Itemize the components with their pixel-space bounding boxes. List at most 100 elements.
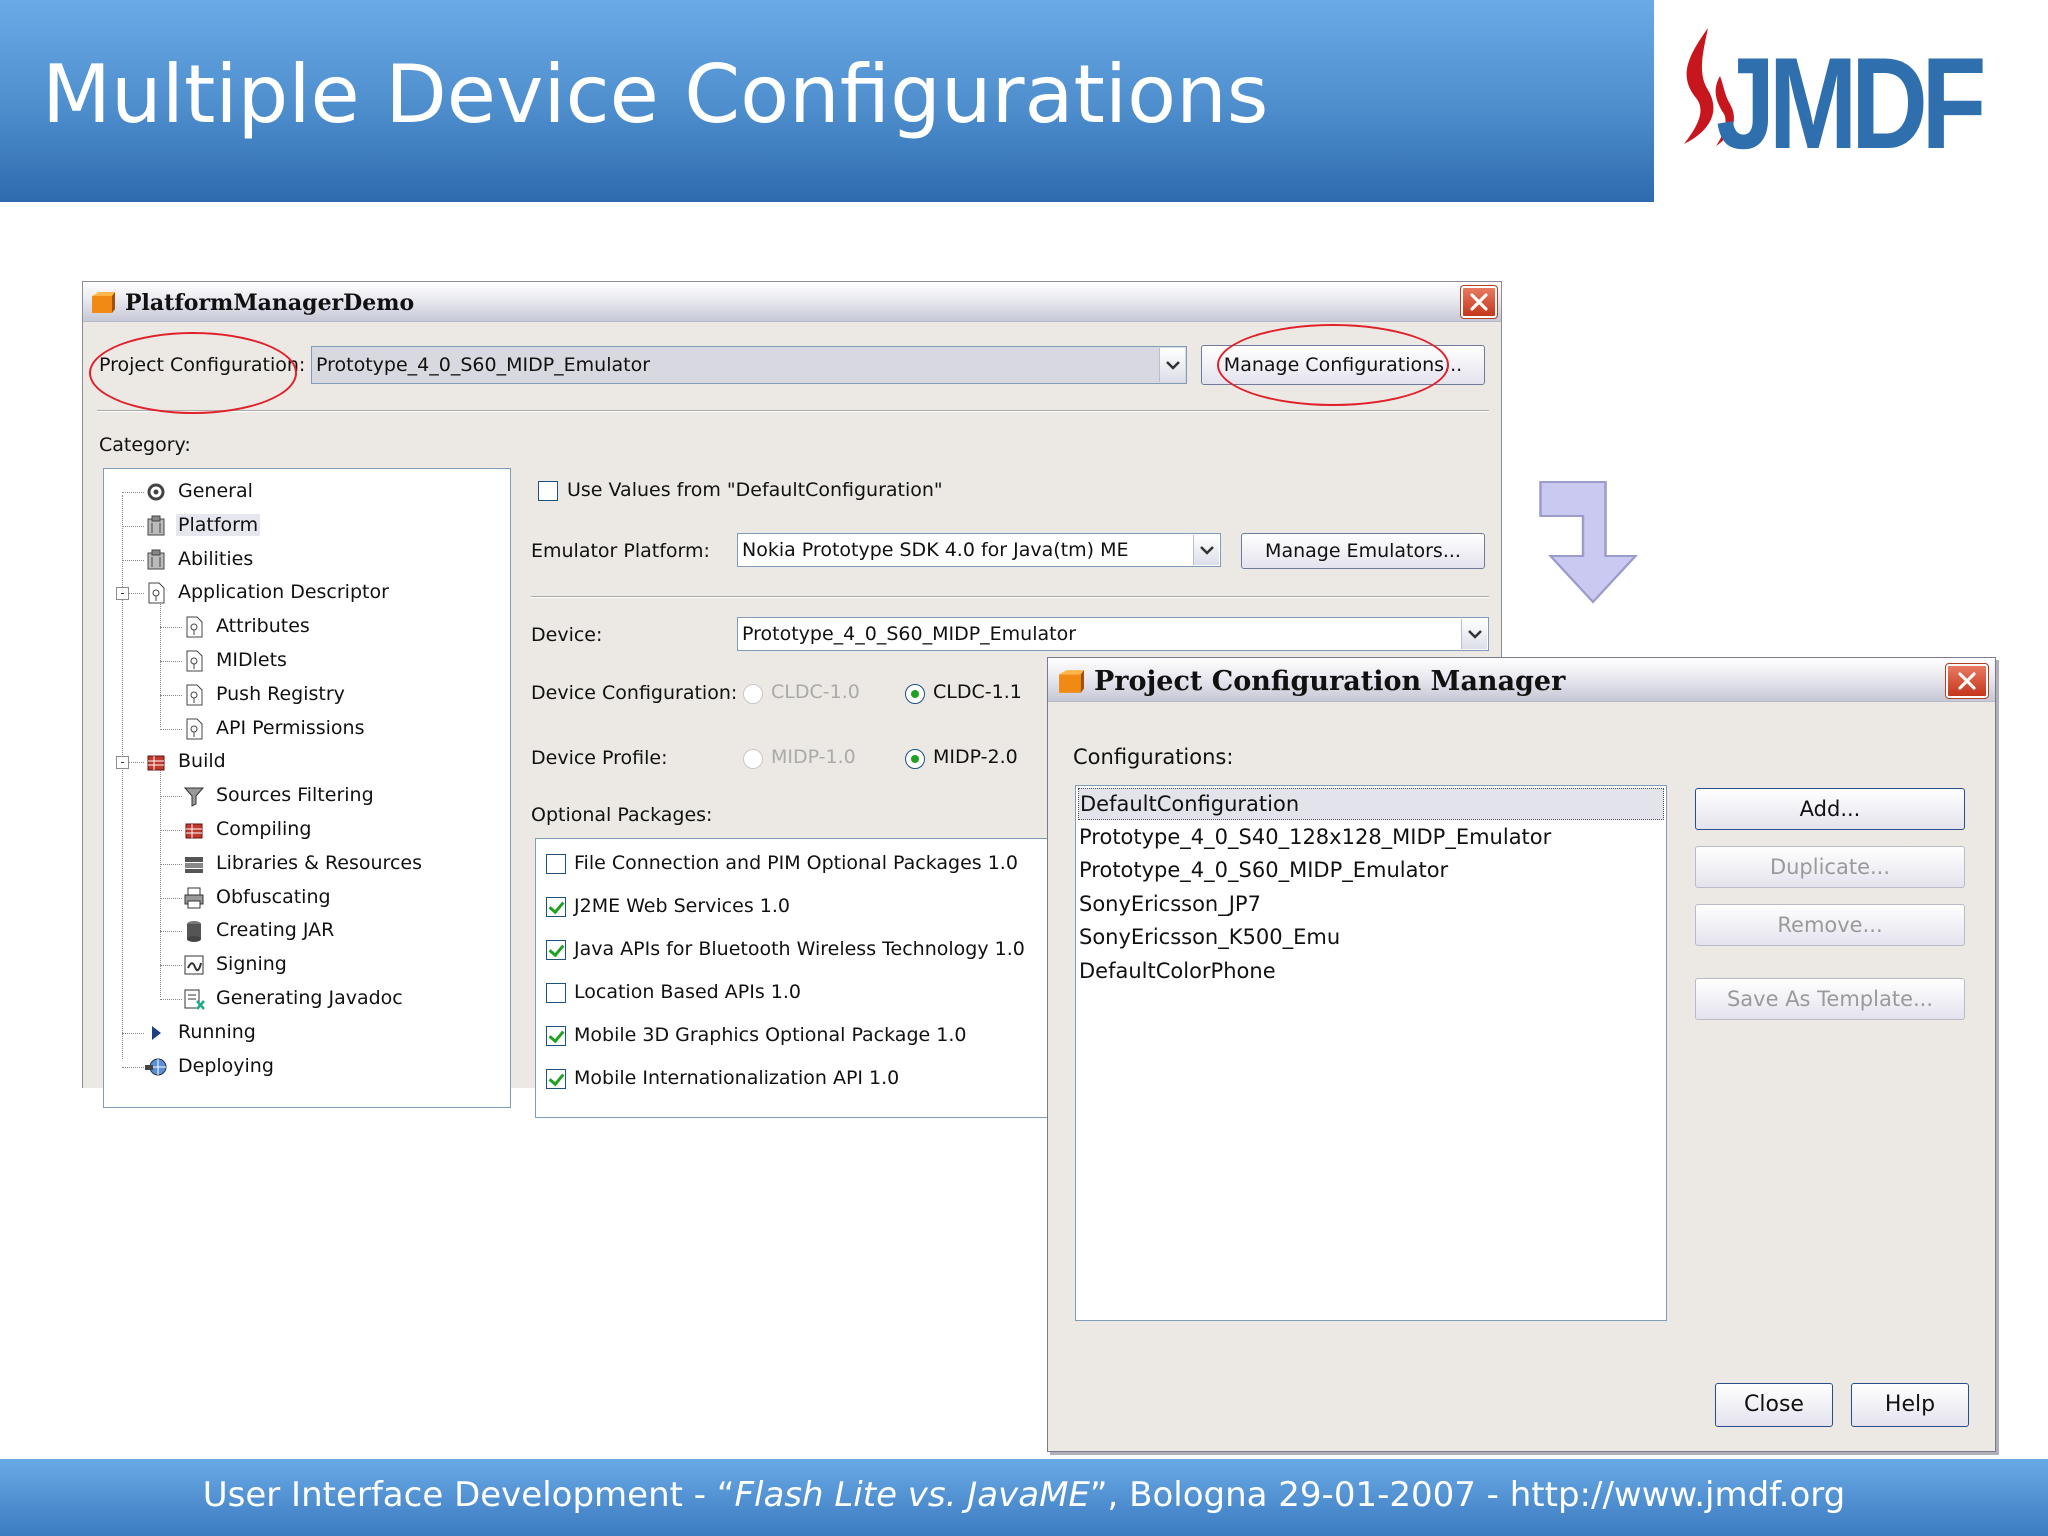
tree-item-label: Attributes bbox=[216, 615, 310, 638]
optional-package-item[interactable]: Java APIs for Bluetooth Wireless Technol… bbox=[536, 935, 1134, 967]
device-value: Prototype_4_0_S60_MIDP_Emulator bbox=[742, 623, 1077, 645]
tree-item-label: Signing bbox=[216, 953, 287, 976]
tree-collapse-toggle[interactable]: - bbox=[116, 587, 129, 601]
configurations-label: Configurations: bbox=[1073, 745, 1234, 769]
save-as-template-button[interactable]: Save As Template... bbox=[1695, 978, 1965, 1020]
tree-item[interactable]: Deploying bbox=[104, 1052, 510, 1082]
combo-arrow[interactable] bbox=[1159, 348, 1185, 382]
use-default-values-checkbox[interactable] bbox=[538, 481, 558, 501]
footer-suffix: ”, Bologna 29-01-2007 - http://www.jmdf.… bbox=[1089, 1475, 1846, 1515]
optional-package-checkbox[interactable] bbox=[546, 940, 566, 960]
tree-item[interactable]: Libraries & Resources bbox=[104, 849, 510, 879]
optional-package-label: File Connection and PIM Optional Package… bbox=[574, 852, 1018, 874]
tree-item-label: Creating JAR bbox=[216, 919, 335, 942]
tree-item-label: Compiling bbox=[216, 818, 312, 840]
configurations-list[interactable]: DefaultConfiguration Prototype_4_0_S40_12… bbox=[1075, 785, 1667, 1321]
tree-item-label: Abilities bbox=[178, 547, 254, 570]
highlight-ellipse bbox=[89, 332, 297, 414]
midp-1-0-radio[interactable] bbox=[743, 749, 763, 769]
tree-item[interactable]: Generating Javadoc bbox=[104, 984, 510, 1014]
footer-italic: Flash Lite vs. JavaME bbox=[734, 1475, 1090, 1515]
optional-package-label: Location Based APIs 1.0 bbox=[574, 981, 801, 1003]
tree-item[interactable]: Platform bbox=[104, 511, 510, 541]
tree-item[interactable]: Push Registry bbox=[104, 680, 510, 710]
close-window-button[interactable] bbox=[1945, 663, 1989, 699]
tree-item-label: Running bbox=[178, 1020, 256, 1043]
tree-item[interactable]: Creating JAR bbox=[104, 916, 510, 946]
tree-item-label: Push Registry bbox=[216, 682, 345, 705]
tree-connector bbox=[122, 525, 144, 527]
platform-icon bbox=[147, 515, 165, 536]
app-icon bbox=[1059, 670, 1084, 693]
printer-icon bbox=[184, 887, 204, 909]
help-button[interactable]: Help bbox=[1851, 1383, 1969, 1427]
project-configuration-combo[interactable]: Prototype_4_0_S60_MIDP_Emulator bbox=[311, 346, 1187, 384]
optional-package-checkbox[interactable] bbox=[546, 854, 566, 874]
tree-item-label: Application Descriptor bbox=[178, 581, 389, 604]
device-combo[interactable]: Prototype_4_0_S60_MIDP_Emulator bbox=[737, 617, 1489, 651]
optional-package-item[interactable]: Mobile 3D Graphics Optional Package 1.0 bbox=[536, 1021, 1134, 1053]
tree-item[interactable]: - Build bbox=[104, 747, 510, 777]
filter-icon bbox=[183, 787, 205, 807]
tree-connector bbox=[160, 965, 182, 967]
configuration-item[interactable]: SonyEricsson_JP7 bbox=[1078, 889, 1664, 921]
tree-item[interactable]: API Permissions bbox=[104, 714, 510, 744]
tree-item[interactable]: Running bbox=[104, 1018, 510, 1048]
optional-package-label: J2ME Web Services 1.0 bbox=[574, 895, 790, 917]
jar-icon bbox=[187, 921, 201, 943]
tree-item[interactable]: MIDlets bbox=[104, 646, 510, 676]
document-icon bbox=[186, 718, 203, 740]
optional-package-checkbox[interactable] bbox=[546, 1069, 566, 1089]
close-button[interactable]: Close bbox=[1715, 1383, 1833, 1427]
combo-arrow[interactable] bbox=[1193, 535, 1219, 565]
optional-package-item[interactable]: Mobile Internationalization API 1.0 bbox=[536, 1064, 1134, 1096]
tree-connector bbox=[122, 492, 144, 493]
midp-2-0-radio[interactable] bbox=[905, 749, 925, 769]
optional-package-item[interactable]: J2ME Web Services 1.0 bbox=[536, 892, 1134, 924]
tree-item[interactable]: Attributes bbox=[104, 612, 510, 642]
tree-item-label: Generating Javadoc bbox=[216, 987, 403, 1009]
tree-item[interactable]: - Application Descriptor bbox=[104, 578, 510, 608]
tree-item[interactable]: Compiling bbox=[104, 815, 510, 845]
use-default-values-label: Use Values from "DefaultConfiguration" bbox=[567, 479, 943, 501]
combo-arrow[interactable] bbox=[1461, 619, 1487, 649]
tree-item-label: Obfuscating bbox=[216, 885, 331, 908]
manage-emulators-button[interactable]: Manage Emulators... bbox=[1241, 533, 1485, 569]
optional-package-checkbox[interactable] bbox=[546, 1026, 566, 1046]
tree-item-label: API Permissions bbox=[216, 716, 365, 739]
tree-item[interactable]: Abilities bbox=[104, 545, 510, 575]
optional-package-checkbox[interactable] bbox=[546, 983, 566, 1003]
configuration-item[interactable]: Prototype_4_0_S40_128x128_MIDP_Emulator bbox=[1078, 822, 1664, 854]
close-window-button[interactable] bbox=[1460, 285, 1498, 319]
add-button[interactable]: Add... bbox=[1695, 788, 1965, 830]
tree-collapse-toggle[interactable]: - bbox=[116, 756, 129, 770]
chevron-down-icon bbox=[1200, 546, 1214, 555]
tree-item[interactable]: Obfuscating bbox=[104, 883, 510, 913]
optional-package-item[interactable]: File Connection and PIM Optional Package… bbox=[536, 849, 1134, 881]
configuration-item[interactable]: DefaultConfiguration bbox=[1078, 788, 1664, 820]
emulator-platform-value: Nokia Prototype SDK 4.0 for Java(tm) ME bbox=[742, 539, 1129, 561]
window-titlebar[interactable]: PlatformManagerDemo bbox=[83, 282, 1501, 322]
close-icon bbox=[1470, 293, 1488, 311]
category-tree[interactable]: General Platform Abilities - Application Des… bbox=[103, 468, 511, 1108]
remove-button[interactable]: Remove... bbox=[1695, 904, 1965, 946]
cldc-1-0-radio[interactable] bbox=[743, 684, 763, 704]
tree-item[interactable]: General bbox=[104, 477, 510, 507]
chevron-down-icon bbox=[1468, 630, 1482, 639]
tree-item[interactable]: Sources Filtering bbox=[104, 781, 510, 811]
cldc-1-1-radio[interactable] bbox=[905, 684, 925, 704]
configuration-item[interactable]: SonyEricsson_K500_Emu bbox=[1078, 922, 1664, 954]
tree-item[interactable]: Signing bbox=[104, 950, 510, 980]
optional-package-item[interactable]: Location Based APIs 1.0 bbox=[536, 978, 1134, 1010]
tree-item-label: Sources Filtering bbox=[216, 784, 374, 807]
window-titlebar[interactable]: Project Configuration Manager bbox=[1048, 658, 1995, 702]
optional-package-label: Mobile 3D Graphics Optional Package 1.0 bbox=[574, 1024, 967, 1046]
duplicate-button[interactable]: Duplicate... bbox=[1695, 846, 1965, 888]
configuration-item[interactable]: Prototype_4_0_S60_MIDP_Emulator bbox=[1078, 855, 1664, 887]
build-icon bbox=[185, 823, 203, 839]
configuration-item[interactable]: DefaultColorPhone bbox=[1078, 956, 1664, 988]
emulator-platform-combo[interactable]: Nokia Prototype SDK 4.0 for Java(tm) ME bbox=[737, 533, 1221, 567]
optional-package-checkbox[interactable] bbox=[546, 897, 566, 917]
emulator-platform-label: Emulator Platform: bbox=[531, 540, 710, 562]
optional-packages-list[interactable]: File Connection and PIM Optional Package… bbox=[535, 838, 1135, 1118]
